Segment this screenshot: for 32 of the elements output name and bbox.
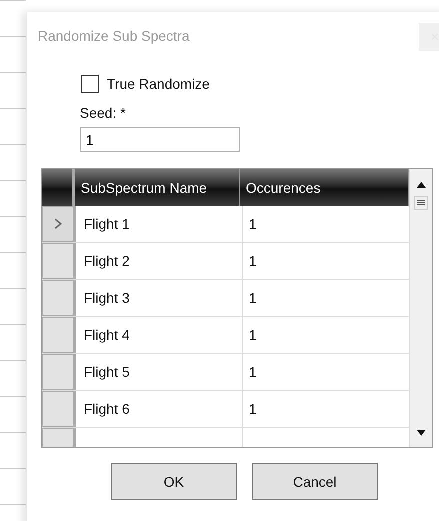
seed-field[interactable]: 1: [80, 127, 240, 152]
checkbox[interactable]: [81, 75, 99, 93]
table-cell-text: 1: [248, 326, 258, 345]
table-cell: Flight 1: [78, 206, 243, 242]
row-header[interactable]: [42, 391, 76, 427]
table-cell: Flight 5: [78, 354, 243, 390]
table-cell-text: 1: [248, 363, 258, 382]
row-header[interactable]: [42, 206, 76, 242]
row-header[interactable]: [42, 280, 76, 316]
ok-button[interactable]: OK: [111, 463, 237, 500]
row-header[interactable]: [42, 317, 76, 353]
chevron-icon: [54, 218, 62, 230]
scroll-down-icon[interactable]: [416, 430, 426, 436]
scrollbar[interactable]: [409, 169, 432, 447]
row-header[interactable]: [42, 243, 76, 279]
scroll-up-icon[interactable]: [416, 182, 426, 188]
cancel-button[interactable]: Cancel: [252, 463, 378, 500]
table-cell: Flight 3: [78, 280, 243, 316]
table-cell: Flight 6: [78, 391, 243, 427]
field-label: Seed: *: [80, 105, 126, 121]
table-cell-text: 1: [248, 252, 258, 271]
table-cell-text: 1: [248, 400, 258, 419]
table-cell: Flight 4: [78, 317, 243, 353]
scroll-thumb[interactable]: [414, 196, 428, 210]
checkbox-label: True Randomize: [107, 76, 210, 92]
row-header[interactable]: [42, 354, 76, 390]
table-cell-text: 1: [248, 289, 258, 308]
table-cell: Flight 2: [78, 243, 243, 279]
close-button[interactable]: [419, 23, 439, 51]
column-header[interactable]: SubSpectrum Name: [75, 169, 240, 206]
window-title: Randomize Sub Spectra: [38, 28, 190, 44]
table-cell-text: 1: [248, 215, 258, 234]
